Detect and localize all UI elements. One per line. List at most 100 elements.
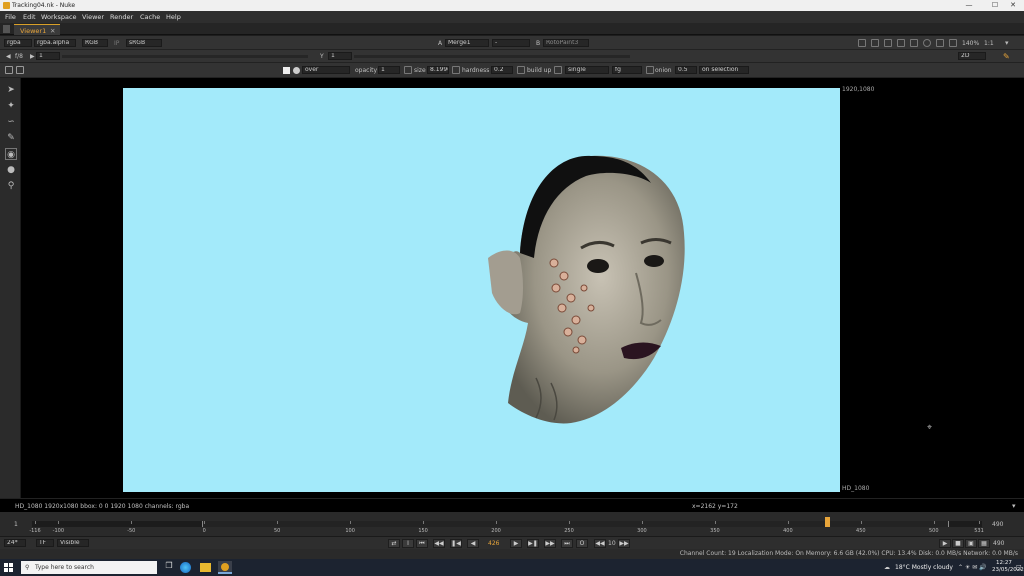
- bezier-pen-icon[interactable]: ∽: [5, 116, 17, 128]
- loop-icon[interactable]: ■: [952, 539, 964, 548]
- roi-icon[interactable]: [858, 39, 866, 47]
- point-tool-icon[interactable]: ✦: [5, 100, 17, 112]
- lock-icon[interactable]: [949, 39, 957, 47]
- lut-icon[interactable]: [910, 39, 918, 47]
- end-frame-input[interactable]: 490: [993, 540, 1004, 547]
- ip-toggle[interactable]: IP: [114, 40, 119, 47]
- in-point-icon[interactable]: I: [402, 539, 414, 548]
- alpha-channel-select[interactable]: rgba.alpha: [34, 39, 76, 47]
- colorspace-select[interactable]: sRGB: [126, 39, 162, 47]
- blend-mode-select[interactable]: over: [302, 66, 350, 74]
- step-forward-icon[interactable]: ▶▶: [618, 539, 630, 548]
- timeline-out-frame[interactable]: 490: [992, 521, 1003, 528]
- gamma-value[interactable]: 1: [328, 52, 352, 60]
- panel-menu-icon[interactable]: [3, 25, 10, 33]
- refresh-icon[interactable]: [923, 39, 931, 47]
- prev-keyframe-icon[interactable]: ◀◀: [433, 539, 445, 548]
- menu-render[interactable]: Render: [110, 13, 133, 21]
- menu-help[interactable]: Help: [166, 13, 181, 21]
- step-back-icon[interactable]: ◀◀: [594, 539, 606, 548]
- lock-range-icon[interactable]: ▣: [965, 539, 977, 548]
- input-b-select[interactable]: RotoPaint3: [543, 39, 589, 47]
- tab-viewer1[interactable]: Viewer1 ✕: [14, 24, 60, 35]
- dodge-icon[interactable]: ⚲: [5, 180, 17, 192]
- lifetime-mode-select[interactable]: single: [565, 66, 609, 74]
- image-frame[interactable]: [123, 88, 840, 492]
- lifetime-icon[interactable]: [554, 66, 562, 74]
- nuke-taskbar-icon[interactable]: [218, 561, 232, 574]
- menu-cache[interactable]: Cache: [140, 13, 160, 21]
- selection-mode-select[interactable]: on selection: [699, 66, 749, 74]
- notifications-icon[interactable]: □: [1016, 564, 1022, 571]
- fstop-label[interactable]: f/8: [15, 53, 23, 60]
- size-input[interactable]: 8.1996: [427, 66, 449, 74]
- next-keyframe-icon[interactable]: ▶▶: [544, 539, 556, 548]
- source-select[interactable]: fg: [612, 66, 642, 74]
- proxy-ratio[interactable]: 1:1: [984, 40, 994, 47]
- blur-icon[interactable]: ●: [5, 164, 17, 176]
- out-point-icon[interactable]: O: [576, 539, 588, 548]
- edge-browser-icon[interactable]: [180, 562, 191, 573]
- menu-file[interactable]: File: [5, 13, 16, 21]
- zoom-level[interactable]: 140%: [962, 40, 979, 47]
- task-view-icon[interactable]: ❒: [162, 561, 176, 574]
- playback-range-icon[interactable]: ⇄: [388, 539, 400, 548]
- file-explorer-icon[interactable]: [200, 563, 211, 572]
- tray-icons[interactable]: ⌃ ☀ ✉ 🔊: [958, 564, 987, 571]
- color-swatch[interactable]: [283, 67, 290, 74]
- last-frame-icon[interactable]: ⏭: [561, 539, 573, 548]
- taskbar-search-input[interactable]: ⚲ Type here to search: [21, 561, 157, 574]
- menu-viewer[interactable]: Viewer: [82, 13, 104, 21]
- cache-icon[interactable]: ▦: [978, 539, 990, 548]
- view-mode-select[interactable]: 2D: [958, 52, 986, 60]
- safe-area-icon[interactable]: [871, 39, 879, 47]
- toolbar-toggle-icon[interactable]: [16, 66, 24, 74]
- gain-value[interactable]: 1: [36, 52, 60, 60]
- menu-workspace[interactable]: Workspace: [41, 13, 77, 21]
- timeline-playhead[interactable]: [825, 517, 830, 527]
- windows-start-icon[interactable]: [4, 563, 13, 572]
- visible-range-select[interactable]: Visible: [57, 539, 89, 547]
- fstop-arrow-icon[interactable]: ◀: [6, 53, 11, 60]
- minimize-icon[interactable]: —: [958, 0, 980, 11]
- next-frame-icon[interactable]: ▶❚: [527, 539, 539, 548]
- weather-icon[interactable]: ☁: [884, 564, 890, 571]
- hardness-input[interactable]: 0.2: [491, 66, 513, 74]
- brush-icon[interactable]: ✎: [5, 132, 17, 144]
- pause-icon[interactable]: [936, 39, 944, 47]
- clock-time[interactable]: 12:27: [996, 560, 1012, 566]
- playback-mode-icon[interactable]: ▶: [939, 539, 951, 548]
- menu-edit[interactable]: Edit: [23, 13, 36, 21]
- timeline-track[interactable]: -116 -100 -50 0 50 100 150 200 250 300 350 400 450 50…: [29, 517, 984, 534]
- gamma-slider[interactable]: [354, 55, 630, 58]
- hardness-pressure-icon[interactable]: [452, 66, 460, 74]
- input-a-select[interactable]: Merge1: [445, 39, 489, 47]
- play-backward-icon[interactable]: ◀: [467, 539, 479, 548]
- display-mode-select[interactable]: RGB: [82, 39, 108, 47]
- channels-select[interactable]: rgba: [4, 39, 32, 47]
- chevron-down-icon[interactable]: ▾: [1005, 39, 1013, 47]
- opacity-input[interactable]: 1: [378, 66, 400, 74]
- prev-frame-icon[interactable]: ❚◀: [450, 539, 462, 548]
- onion-input[interactable]: 0.5: [675, 66, 697, 74]
- color-wheel-icon[interactable]: [293, 67, 300, 74]
- size-pressure-icon[interactable]: [404, 66, 412, 74]
- gain-arrow-icon[interactable]: ▶: [30, 53, 35, 60]
- paint-brush-icon[interactable]: ✎: [1003, 52, 1010, 61]
- play-forward-icon[interactable]: ▶: [510, 539, 522, 548]
- step-increment[interactable]: 10: [608, 540, 616, 547]
- timeline-in-frame[interactable]: 1: [14, 521, 18, 528]
- weather-text[interactable]: 18°C Mostly cloudy: [895, 564, 953, 571]
- first-frame-icon[interactable]: ⏮: [416, 539, 428, 548]
- close-icon[interactable]: ✕: [1002, 0, 1024, 11]
- viewer-canvas[interactable]: 1920,1080 HD_1080 ⌖: [21, 78, 1024, 498]
- timeline[interactable]: 1 -116 -100 -50 0 50 100 150 200 250 300 350 400 450…: [0, 512, 1024, 536]
- select-arrow-icon[interactable]: ➤: [5, 84, 17, 96]
- tab-close-icon[interactable]: ✕: [50, 27, 55, 35]
- fps-select[interactable]: 24*: [4, 539, 26, 547]
- clipping-icon[interactable]: [897, 39, 905, 47]
- compare-op-select[interactable]: -: [492, 39, 530, 47]
- buildup-checkbox[interactable]: [517, 66, 525, 74]
- onion-checkbox[interactable]: [646, 66, 654, 74]
- chevron-down-icon[interactable]: ▾: [1012, 502, 1016, 510]
